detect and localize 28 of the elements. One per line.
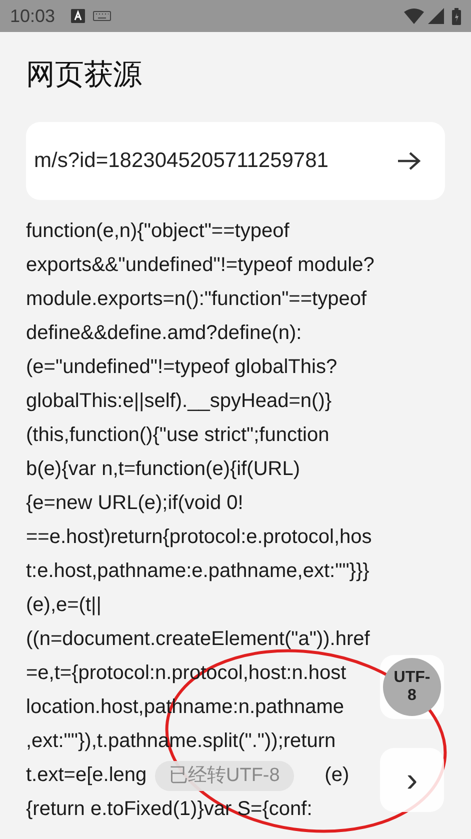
status-time: 10:03 (10, 4, 56, 28)
code-text: b(e){var n,t=function(e){if(URL) (26, 457, 300, 482)
code-text: {e=new URL(e);if(void 0! (26, 491, 244, 516)
arrow-right-icon (397, 150, 421, 171)
keyboard-icon (93, 11, 112, 21)
code-text: t:e.host,pathname:e.pathname,ext:""}}} (26, 559, 370, 584)
url-field[interactable]: m/s?id=1823045205711259781 (26, 122, 445, 200)
code-text: (e) (324, 763, 350, 788)
code-text: exports&&"undefined"!=typeof module? (26, 253, 374, 278)
font-icon (71, 9, 86, 23)
page-title: 网页获源 (26, 59, 142, 91)
code-text: globalThis:e||self).__spyHead=n()} (26, 389, 332, 414)
code-text: {return e.toFixed(1)}var S={conf: (26, 797, 312, 822)
code-text: ==e.host)return{protocol:e.protocol,hos (26, 525, 372, 550)
toast-message: 已经转UTF-8 (155, 761, 294, 791)
code-text: (e="undefined"!=typeof globalThis? (26, 355, 338, 380)
url-input[interactable]: m/s?id=1823045205711259781 (34, 145, 393, 177)
code-text: ((n=document.createElement("a")).href (26, 627, 370, 652)
code-text: define&&define.amd?define(n): (26, 321, 302, 346)
next-button[interactable]: › (380, 748, 444, 812)
wifi-icon (404, 8, 424, 24)
code-text: (e),e=(t|| (26, 593, 102, 618)
code-text: (this,function(){"use strict";function (26, 423, 330, 448)
signal-icon (428, 8, 444, 24)
code-text: t.ext=e[e.leng (26, 763, 147, 788)
battery-icon (452, 8, 461, 24)
code-text: function(e,n){"object"==typeof (26, 219, 290, 244)
code-text: module.exports=n():"function"==typeof (26, 287, 367, 312)
